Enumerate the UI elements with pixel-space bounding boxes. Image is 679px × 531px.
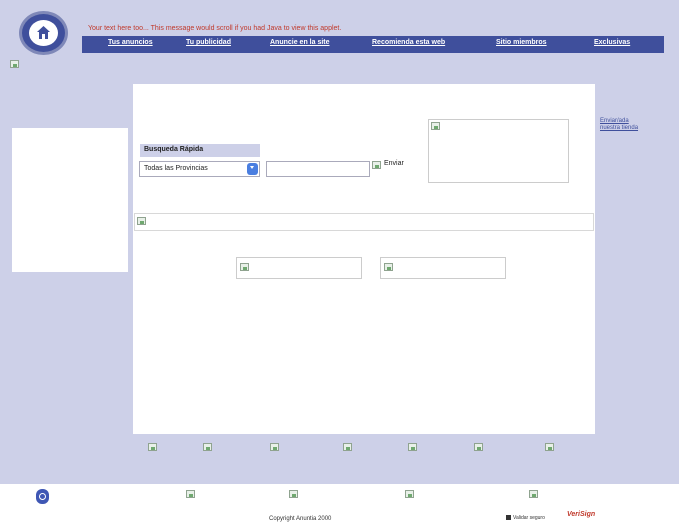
nav-link-sitio-miembros[interactable]: Sitio miembros: [496, 39, 547, 46]
broken-image-icon[interactable]: [474, 443, 483, 451]
broken-image-icon[interactable]: [186, 490, 195, 498]
province-select-value: Todas las Provincias: [144, 165, 208, 172]
broken-image-icon: [137, 217, 146, 225]
right-link-line2: nuestra tienda: [600, 125, 639, 131]
content-image-1: [236, 257, 362, 279]
broken-image-icon: [240, 263, 249, 271]
broken-image-icon[interactable]: [405, 490, 414, 498]
broken-image-icon: [431, 122, 440, 130]
left-panel: [12, 128, 128, 272]
nav-link-recomienda[interactable]: Recomienda esta web: [372, 39, 445, 46]
globe-icon[interactable]: [36, 489, 49, 504]
submit-button[interactable]: Enviar: [372, 158, 424, 173]
broken-image-icon: [10, 60, 19, 68]
house-icon: [37, 26, 50, 39]
nav-link-anuncie[interactable]: Anuncie en la site: [270, 39, 330, 46]
search-input[interactable]: [266, 161, 370, 177]
right-link-line1: Enviar/ada: [600, 118, 629, 124]
validate-seal[interactable]: Validar seguro: [506, 515, 545, 521]
province-select[interactable]: Todas las Provincias: [139, 161, 260, 177]
verisign-label: VeriSign: [567, 511, 596, 518]
footer: [0, 484, 679, 531]
content-image-2: [380, 257, 506, 279]
chevron-down-icon: [247, 163, 258, 175]
quick-search-title: Busqueda Rápida: [140, 144, 260, 157]
broken-image-icon: [384, 263, 393, 271]
validate-seal-label: Validar seguro: [513, 515, 545, 521]
right-side-link[interactable]: Enviar/ada nuestra tienda: [600, 118, 638, 132]
broken-image-icon[interactable]: [203, 443, 212, 451]
submit-button-label: Enviar: [384, 160, 404, 167]
nav-link-exclusivas[interactable]: Exclusivas: [594, 39, 630, 46]
logo-emblem: [29, 20, 58, 46]
broken-image-icon[interactable]: [408, 443, 417, 451]
scrolling-message: Your text here too... This message would…: [88, 25, 342, 32]
broken-image-icon[interactable]: [289, 490, 298, 498]
horizontal-banner: [134, 213, 594, 231]
broken-image-icon[interactable]: [529, 490, 538, 498]
nav-link-tu-publicidad[interactable]: Tu publicidad: [186, 39, 231, 46]
nav-link-tus-anuncios[interactable]: Tus anuncios: [108, 39, 153, 46]
broken-image-icon[interactable]: [545, 443, 554, 451]
verisign-logo[interactable]: VeriSign: [567, 511, 595, 518]
broken-image-icon: [372, 161, 381, 169]
copyright-text: Copyright Anuntia 2000: [269, 516, 332, 522]
top-nav-bar: Tus anuncios Tu publicidad Anuncie en la…: [82, 36, 664, 53]
checkbox-icon: [506, 515, 511, 521]
site-logo[interactable]: [19, 11, 68, 55]
banner-image: [428, 119, 569, 183]
broken-image-icon[interactable]: [148, 443, 157, 451]
broken-image-icon[interactable]: [343, 443, 352, 451]
broken-image-icon[interactable]: [270, 443, 279, 451]
